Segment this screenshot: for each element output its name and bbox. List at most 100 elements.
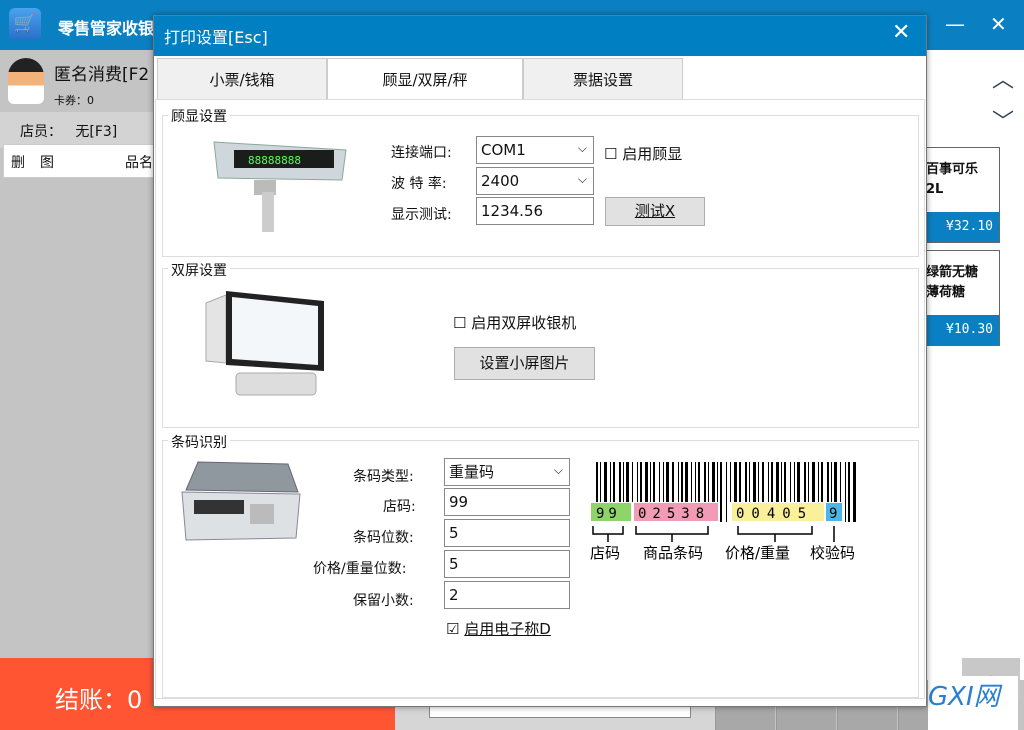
barcode-digits-input[interactable]: 5 xyxy=(444,519,570,547)
barcode-bar xyxy=(771,462,773,502)
barcode-bar xyxy=(678,462,679,502)
product-name: 百事可乐2L xyxy=(926,162,979,197)
barcode-bar xyxy=(663,462,664,502)
barcode-bar xyxy=(804,462,806,502)
barcode-bar xyxy=(698,462,700,502)
scale-image xyxy=(181,461,301,541)
column-delete: 删 xyxy=(11,155,25,171)
barcode-bar xyxy=(762,462,764,502)
barcode-bar xyxy=(659,462,660,502)
customer-display-image: 88888888 xyxy=(213,141,347,232)
decimals-label: 保留小数: xyxy=(353,593,414,609)
test-label: 显示测试: xyxy=(391,207,452,223)
barcode-bar xyxy=(672,462,674,502)
store-code-input[interactable]: 99 xyxy=(444,488,570,516)
display-group-title: 顾显设置 xyxy=(168,106,230,126)
store-caption: 店码 xyxy=(590,544,620,562)
price-digits-input[interactable]: 5 xyxy=(444,550,570,578)
store-code-label: 店码: xyxy=(383,499,416,515)
test-input[interactable]: 1234.56 xyxy=(476,197,594,225)
baud-select[interactable]: 2400 xyxy=(476,166,594,195)
barcode-bar xyxy=(596,462,598,502)
barcode-bar xyxy=(749,462,750,502)
barcode-bar xyxy=(619,462,621,502)
tab-display-scale[interactable]: 顾显/双屏/秤 xyxy=(327,58,523,101)
print-settings-dialog: 打印设置[Esc] ✕ 小票/钱箱 顾显/双屏/秤 票据设置 顾显设置 8888… xyxy=(153,15,927,707)
barcode-bar xyxy=(745,462,747,502)
baud-label: 波 特 率: xyxy=(391,176,447,192)
chevron-down-icon[interactable]: ﹀ xyxy=(985,104,1021,136)
barcode-bar xyxy=(720,462,722,522)
column-name: 品名 xyxy=(125,155,153,171)
barcode-bar xyxy=(758,462,759,502)
barcode-bar xyxy=(637,462,638,502)
barcode-type-label: 条码类型: xyxy=(353,469,414,485)
tab-invoice[interactable]: 票据设置 xyxy=(523,58,683,100)
price-caption: 价格/重量 xyxy=(725,544,790,562)
barcode-type-select[interactable]: 重量码 xyxy=(444,457,570,486)
barcode-bar xyxy=(712,462,715,502)
barcode-group-title: 条码识别 xyxy=(168,432,230,452)
barcode-bar xyxy=(753,462,756,502)
port-select[interactable]: COM1 xyxy=(476,135,594,164)
enable-dual-checkbox[interactable]: ☐ 启用双屏收银机 xyxy=(453,312,576,333)
checkbox-checked-icon: ☑ xyxy=(446,620,460,638)
barcode-bar xyxy=(717,462,718,502)
coupon-count: 卡券：0 xyxy=(54,94,94,107)
barcode-bar xyxy=(666,462,669,502)
barcode-bar xyxy=(781,462,782,502)
pay-label: 结账：0 xyxy=(55,686,143,714)
chevron-up-icon[interactable]: ︿ xyxy=(985,62,1021,94)
barcode-bar xyxy=(848,462,850,522)
barcode-bar xyxy=(632,462,633,502)
barcode-bar xyxy=(734,462,737,502)
product-card[interactable]: 百事可乐2L ¥32.10 xyxy=(926,147,1000,243)
barcode-bar xyxy=(784,462,786,502)
tab-receipt[interactable]: 小票/钱箱 xyxy=(157,58,327,100)
barcode-bar xyxy=(853,462,856,522)
barcode-bar xyxy=(708,462,709,502)
enable-scale-checkbox[interactable]: ☑ 启用电子称D xyxy=(446,618,551,639)
barcode-bar xyxy=(600,462,601,502)
barcode-sample-image: 99 02538 00405 9 店码 商品条码 价格/重量 校验码 xyxy=(590,462,856,562)
dual-screen-group-title: 双屏设置 xyxy=(168,260,230,280)
barcode-bar xyxy=(818,462,819,502)
price-digits-label: 价格/重量位数: xyxy=(313,561,407,577)
barcode-bar xyxy=(623,462,624,502)
staff[interactable]: 店员： 无[F3] xyxy=(20,121,117,141)
svg-text:88888888: 88888888 xyxy=(248,154,301,167)
enable-display-label: 启用顾显 xyxy=(622,145,683,163)
set-small-screen-image-button[interactable]: 设置小屏图片 xyxy=(454,347,595,380)
close-icon[interactable]: ✕ xyxy=(892,20,910,45)
store-digits: 99 xyxy=(596,506,621,522)
checkbox-icon: ☐ xyxy=(604,145,618,163)
product-name-line2: 薄荷糖 xyxy=(926,285,966,300)
barcode-bar xyxy=(685,462,688,502)
cart-icon: 🛒 xyxy=(9,8,41,40)
barcode-bar xyxy=(695,462,696,502)
dual-screen-pos-image xyxy=(205,291,324,396)
product-card[interactable]: 绿箭无糖 薄荷糖 ¥10.30 xyxy=(926,250,1000,346)
barcode-bar xyxy=(821,462,823,502)
minimize-icon[interactable]: — xyxy=(945,12,965,36)
check-digit: 9 xyxy=(829,506,837,522)
product-price: ¥32.10 xyxy=(926,212,999,242)
barcode-bar xyxy=(794,462,795,502)
close-icon[interactable]: ✕ xyxy=(990,12,1007,36)
product-price: ¥10.30 xyxy=(926,315,999,345)
column-image: 图 xyxy=(40,155,54,171)
enable-scale-label: 启用电子称D xyxy=(464,620,551,638)
decimals-input[interactable]: 2 xyxy=(444,581,570,609)
barcode-bar xyxy=(776,462,779,502)
enable-dual-label: 启用双屏收银机 xyxy=(471,314,577,332)
enable-display-checkbox[interactable]: ☐ 启用顾显 xyxy=(604,143,682,164)
barcode-bar xyxy=(730,462,731,502)
member-name[interactable]: 匿名消费[F2 xyxy=(54,60,149,85)
barcode-bar xyxy=(797,462,800,502)
barcode-bar xyxy=(653,462,655,502)
staff-value: 无[F3] xyxy=(75,124,118,140)
test-button[interactable]: 测试X xyxy=(605,197,705,226)
dialog-title: 打印设置[Esc] xyxy=(164,28,268,47)
price-digits: 00405 xyxy=(736,506,813,522)
check-caption: 校验码 xyxy=(810,544,855,562)
